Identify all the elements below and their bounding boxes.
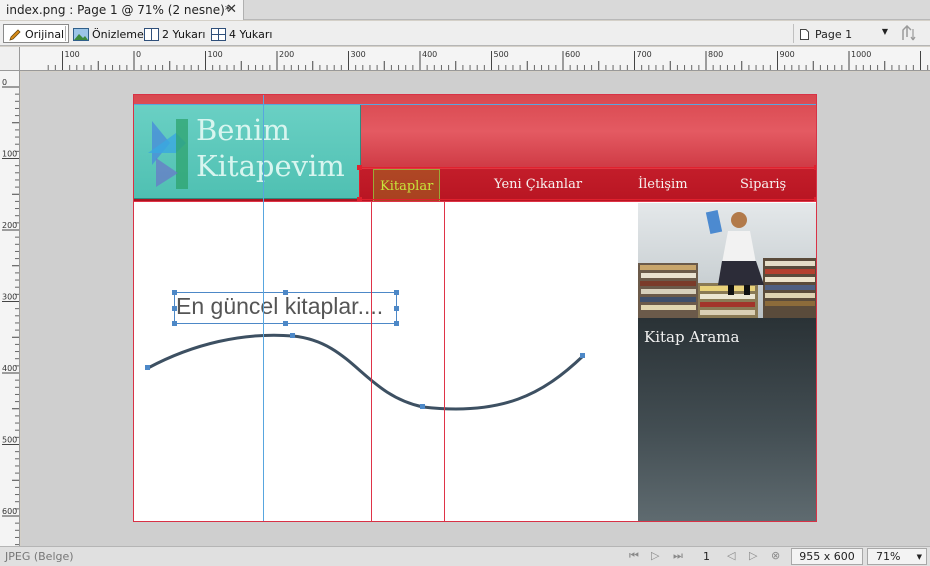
pencil-icon bbox=[9, 28, 21, 41]
four-up-label: 4 Yukarı bbox=[229, 28, 273, 41]
image-size-field: 955 x 600 bbox=[791, 548, 863, 565]
ruler-label: 300 bbox=[351, 50, 366, 59]
ruler-label: 0 bbox=[136, 50, 141, 59]
next-page-icon[interactable]: ▷ bbox=[749, 549, 757, 562]
two-up-button[interactable]: 2 Yukarı bbox=[140, 24, 209, 43]
four-up-button[interactable]: 4 Yukarı bbox=[207, 24, 276, 43]
view-toolbar: Orijinal Önizleme 2 Yukarı 4 Yukarı Page… bbox=[0, 21, 930, 46]
ruler-label: 100 bbox=[65, 50, 80, 59]
ruler-label: 500 bbox=[2, 436, 17, 445]
first-page-icon[interactable]: ⏮ bbox=[629, 549, 639, 563]
path-anchor-point[interactable] bbox=[145, 365, 150, 370]
close-tab-icon[interactable]: ✕ bbox=[226, 2, 237, 17]
stop-icon[interactable]: ⊗ bbox=[771, 549, 780, 562]
document-tab-bar: index.png : Page 1 @ 71% (2 nesne)* ✕ bbox=[0, 0, 930, 20]
path-anchor-point[interactable] bbox=[580, 353, 585, 358]
ruler-label: 100 bbox=[208, 50, 223, 59]
slice-line bbox=[444, 201, 445, 522]
preview-button[interactable]: Önizleme bbox=[69, 24, 148, 43]
ruler-label: 100 bbox=[2, 150, 17, 159]
ruler-label: 700 bbox=[637, 50, 652, 59]
last-page-icon[interactable]: ⏭ bbox=[673, 549, 683, 563]
status-bar: JPEG (Belge) ⏮ ▷ ⏭ 1 ◁ ▷ ⊗ 955 x 600 71%… bbox=[0, 546, 930, 566]
share-icon[interactable] bbox=[899, 24, 923, 42]
play-icon[interactable]: ▷ bbox=[651, 549, 659, 562]
toolbar-separator bbox=[65, 26, 66, 41]
page-select-value: Page 1 bbox=[815, 28, 853, 41]
chevron-down-icon: ▼ bbox=[916, 553, 922, 561]
vertical-ruler[interactable]: 0 100 200 300 400 500 600 bbox=[0, 71, 20, 546]
ruler-label: 200 bbox=[2, 221, 17, 230]
path-anchor-point[interactable] bbox=[420, 404, 425, 409]
guide-line[interactable] bbox=[263, 94, 264, 522]
preview-label: Önizleme bbox=[92, 28, 144, 41]
document-canvas[interactable]: Benim Kitapevim Kitaplar Yeni Çıkanlar İ… bbox=[133, 94, 817, 522]
horizontal-ruler[interactable]: 100 0 100 200 300 400 500 600 700 800 900 1000 bbox=[20, 47, 930, 71]
two-up-label: 2 Yukarı bbox=[162, 28, 206, 41]
ruler-label: 600 bbox=[2, 507, 17, 516]
original-view-button[interactable]: Orijinal bbox=[3, 24, 70, 43]
vector-path[interactable] bbox=[133, 94, 817, 522]
document-tab-title: index.png : Page 1 @ 71% (2 nesne)* bbox=[6, 3, 231, 17]
canvas-workspace[interactable]: Benim Kitapevim Kitaplar Yeni Çıkanlar İ… bbox=[21, 72, 930, 546]
ruler-label: 300 bbox=[2, 293, 17, 302]
original-view-label: Orijinal bbox=[25, 28, 65, 41]
slice-line bbox=[133, 201, 817, 202]
ruler-label: 400 bbox=[422, 50, 437, 59]
ruler-label: 200 bbox=[279, 50, 294, 59]
four-up-icon bbox=[211, 28, 226, 41]
ruler-label: 600 bbox=[565, 50, 580, 59]
path-anchor-point[interactable] bbox=[290, 333, 295, 338]
page-icon bbox=[800, 29, 809, 40]
ruler-label: 1000 bbox=[851, 50, 871, 59]
ruler-label: 900 bbox=[780, 50, 795, 59]
page-number: 1 bbox=[703, 550, 710, 563]
two-up-icon bbox=[144, 28, 159, 41]
slice-line bbox=[133, 94, 817, 95]
ruler-corner[interactable] bbox=[0, 47, 20, 71]
previous-page-icon[interactable]: ◁ bbox=[727, 549, 735, 562]
zoom-select[interactable]: 71% ▼ bbox=[867, 548, 927, 565]
guide-line[interactable] bbox=[133, 104, 817, 105]
preview-image-icon bbox=[73, 28, 89, 41]
zoom-value: 71% bbox=[876, 550, 901, 563]
page-select[interactable]: Page 1 ▼ bbox=[793, 24, 894, 43]
chevron-down-icon: ▼ bbox=[881, 27, 888, 36]
ruler-label: 400 bbox=[2, 364, 17, 373]
file-type-label: JPEG (Belge) bbox=[5, 550, 74, 563]
ruler-label: 0 bbox=[2, 78, 7, 87]
ruler-label: 800 bbox=[708, 50, 723, 59]
document-tab[interactable]: index.png : Page 1 @ 71% (2 nesne)* ✕ bbox=[0, 0, 244, 20]
slice-line bbox=[371, 201, 372, 522]
ruler-label: 500 bbox=[494, 50, 509, 59]
